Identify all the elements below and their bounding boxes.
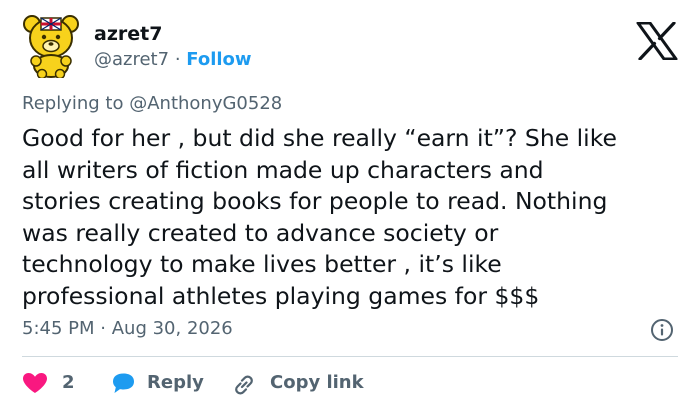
link-icon	[235, 375, 253, 395]
author-handle-row: @azret7 · Follow	[94, 48, 252, 72]
follow-button[interactable]: Follow	[186, 49, 251, 70]
avatar[interactable]	[22, 14, 80, 78]
tweet-timestamp[interactable]: 5:45 PM · Aug 30, 2026	[22, 317, 233, 341]
author-handle[interactable]: @azret7	[94, 49, 169, 70]
reply-label: Reply	[147, 372, 204, 393]
timestamp-separator: ·	[100, 318, 106, 339]
replying-to-mention[interactable]: @AnthonyG0528	[129, 93, 282, 114]
tweet-date: Aug 30, 2026	[111, 318, 233, 339]
author-name[interactable]: azret7	[94, 22, 162, 46]
copy-link-button[interactable]: Copy link	[232, 370, 372, 396]
info-icon[interactable]	[650, 318, 674, 342]
handle-separator: ·	[174, 49, 181, 70]
reply-button[interactable]: Reply	[110, 370, 210, 396]
tweet-text: Good for her , but did she really “earn …	[22, 124, 617, 310]
tweet-time: 5:45 PM	[22, 318, 95, 339]
like-count: 2	[62, 372, 75, 393]
speech-bubble-icon	[113, 373, 134, 393]
x-logo-icon[interactable]	[636, 22, 678, 60]
copy-link-label: Copy link	[270, 372, 364, 393]
replying-to: Replying to @AnthonyG0528	[22, 92, 282, 116]
replying-to-prefix: Replying to	[22, 93, 124, 114]
divider	[22, 356, 678, 357]
tweet-card: azret7 @azret7 · Follow Replying to @Ant…	[0, 0, 700, 410]
like-button[interactable]: 2	[22, 370, 82, 396]
heart-icon	[23, 373, 47, 393]
